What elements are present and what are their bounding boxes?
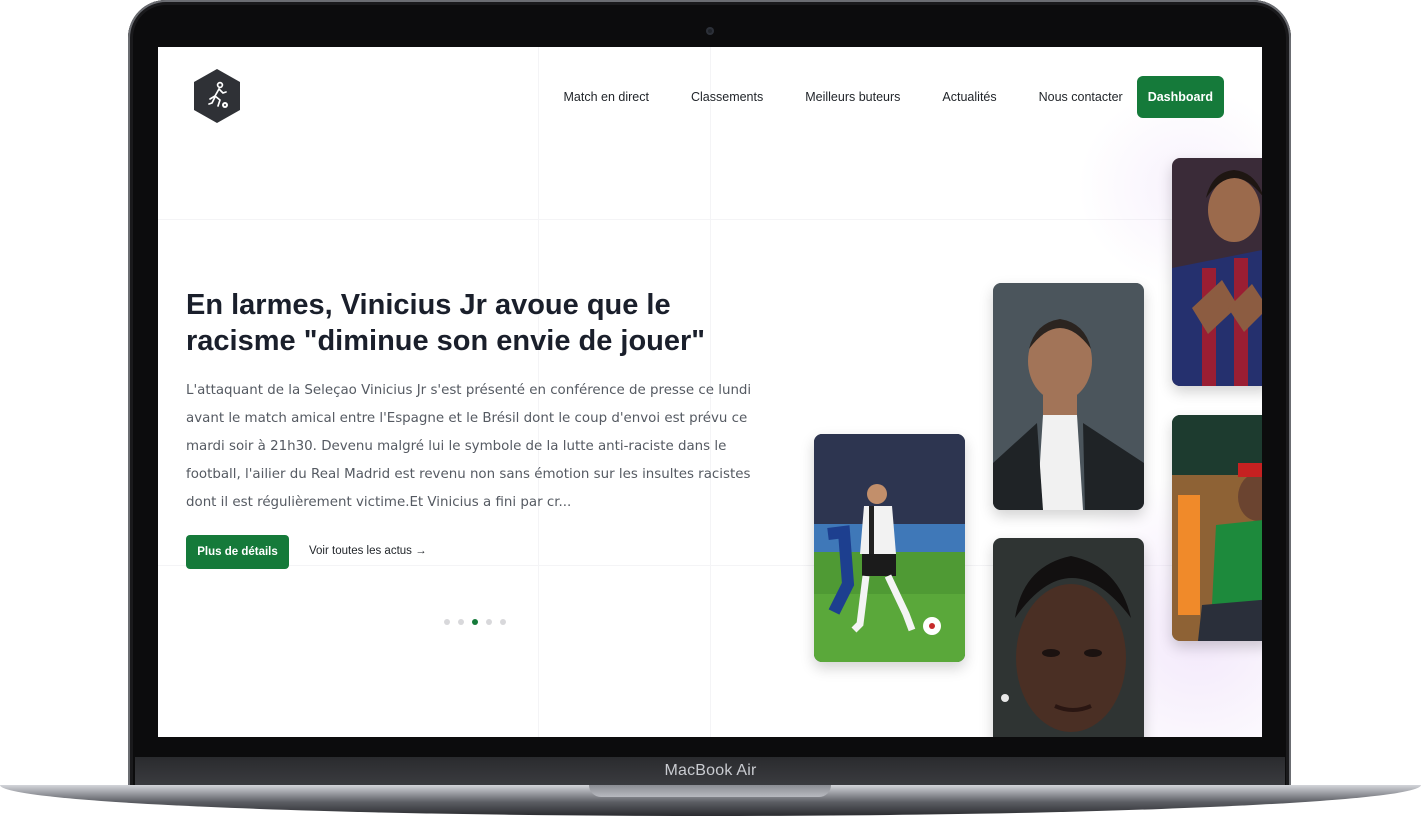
all-news-link[interactable]: Voir toutes les actus → [309, 545, 427, 557]
site-logo[interactable] [192, 68, 242, 124]
news-photo-celebration[interactable] [1172, 158, 1262, 386]
soccer-player-icon [194, 69, 240, 123]
carousel-dot[interactable] [500, 619, 506, 625]
article-excerpt: L'attaquant de la Seleçao Vinicius Jr s'… [186, 383, 752, 510]
carousel-dots [444, 619, 514, 625]
carousel-dot[interactable] [444, 619, 450, 625]
player-bench-photo [1172, 415, 1262, 641]
camera-icon [706, 27, 714, 35]
news-photo-match[interactable] [814, 434, 965, 662]
laptop-notch [589, 785, 831, 797]
main-nav: Match en direct Classements Meilleurs bu… [564, 76, 1224, 118]
dashboard-button[interactable]: Dashboard [1136, 76, 1224, 118]
news-photo-bench[interactable] [1172, 415, 1262, 641]
device-label: MacBook Air [664, 762, 757, 779]
nav-top-scorers[interactable]: Meilleurs buteurs [805, 90, 900, 104]
nav-live-matches[interactable]: Match en direct [564, 90, 649, 104]
carousel-dot[interactable] [486, 619, 492, 625]
nav-news[interactable]: Actualités [942, 90, 996, 104]
football-match-photo [814, 434, 965, 662]
player-crying-photo [993, 538, 1144, 737]
carousel-dot-active[interactable] [472, 619, 478, 625]
more-details-button[interactable]: Plus de détails [186, 535, 289, 569]
carousel-dot[interactable] [458, 619, 464, 625]
player-celebration-photo [1172, 158, 1262, 386]
nav-contact[interactable]: Nous contacter [1039, 90, 1123, 104]
news-photo-crying[interactable] [993, 538, 1144, 737]
news-photo-portrait[interactable] [993, 283, 1144, 510]
nav-standings[interactable]: Classements [691, 90, 763, 104]
screen: Match en direct Classements Meilleurs bu… [158, 47, 1262, 737]
player-portrait-photo [993, 283, 1144, 510]
article-headline: En larmes, Vinicius Jr avoue que le raci… [186, 289, 706, 357]
